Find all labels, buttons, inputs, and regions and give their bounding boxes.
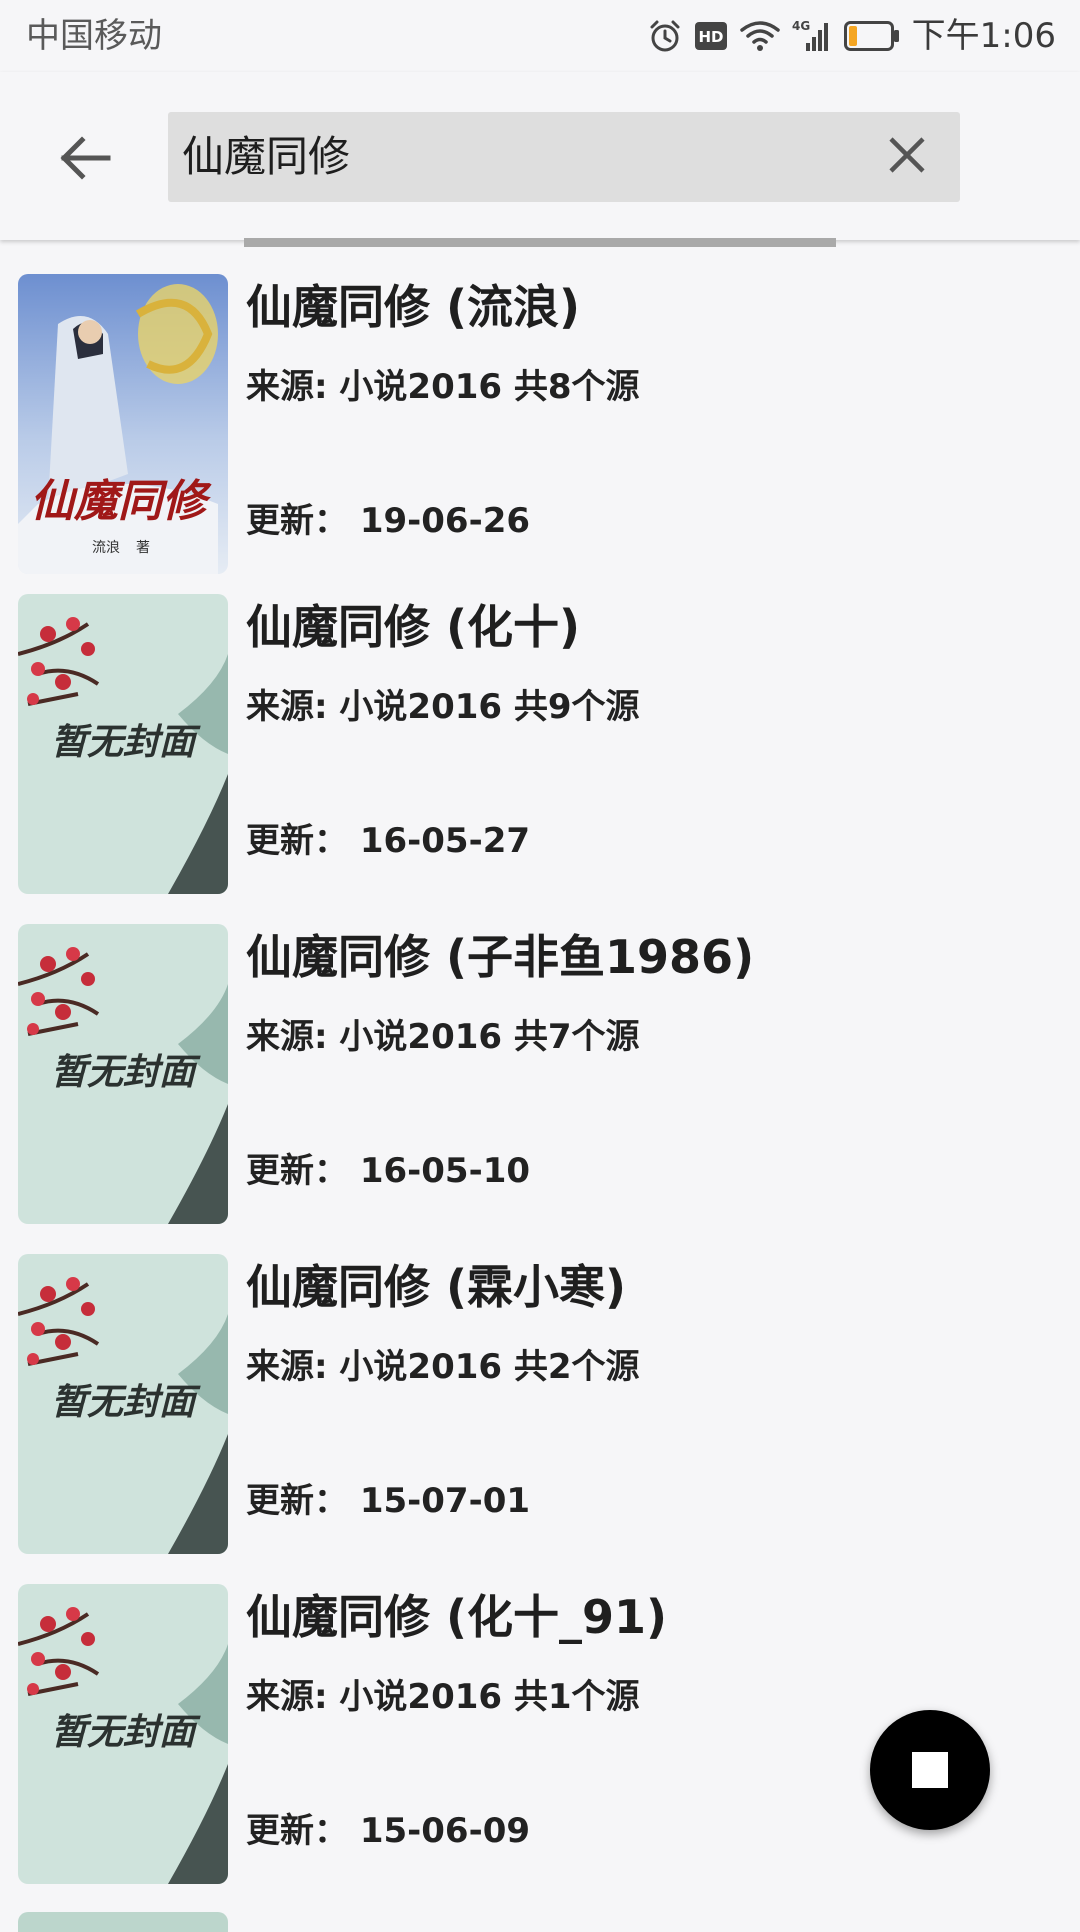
book-cover-placeholder: 暂无封面 xyxy=(18,594,228,894)
book-source: 来源: 小说2016 共9个源 xyxy=(246,687,640,727)
book-update-date: 更新： 15-06-09 xyxy=(246,1811,531,1851)
book-title: 仙魔同修 (流浪) xyxy=(246,280,581,334)
cover-title-art: 仙魔同修 xyxy=(30,476,212,527)
battery-icon xyxy=(843,21,900,51)
search-box xyxy=(168,112,960,202)
book-cover-placeholder: 暂无封面 xyxy=(18,1254,228,1554)
book-list-item[interactable]: 暂无封面 仙魔同修 (化十) 来源: 小说2016 共9个源 更新： 16-05… xyxy=(0,594,1080,924)
book-list-item[interactable]: 仙魔同修 流浪 著 仙魔同修 (流浪) 来源: 小说2016 共8个源 更新： … xyxy=(0,274,1080,604)
book-source: 来源: 小说2016 共8个源 xyxy=(246,367,640,407)
book-source: 来源: 小说2016 共7个源 xyxy=(246,1017,640,1057)
cover-author: 流浪 xyxy=(92,540,120,556)
close-icon xyxy=(887,135,927,179)
carrier-name: 中国移动 xyxy=(26,16,162,56)
book-title: 仙魔同修 (化十) xyxy=(246,600,581,654)
network-label: 4G xyxy=(792,19,810,33)
cover-author-suffix: 著 xyxy=(136,540,150,556)
no-cover-text: 暂无封面 xyxy=(51,1712,201,1753)
loading-progress-bar xyxy=(244,238,836,247)
hd-label: HD xyxy=(698,28,723,46)
book-title: 仙魔同修 (化十_91) xyxy=(246,1590,668,1644)
search-input[interactable] xyxy=(182,112,862,202)
book-cover-placeholder: 暂无封面 xyxy=(18,1584,228,1884)
no-cover-text: 暂无封面 xyxy=(51,1382,201,1423)
book-title: 仙魔同修 (霖小寒) xyxy=(246,1260,627,1314)
no-cover-text: 暂无封面 xyxy=(51,1052,201,1093)
alarm-icon xyxy=(648,19,682,53)
clear-search-button[interactable] xyxy=(872,122,942,192)
book-update-date: 更新： 16-05-27 xyxy=(246,821,531,861)
status-bar: 中国移动 HD 4G 下午1:06 xyxy=(0,0,1080,72)
book-source: 来源: 小说2016 共1个源 xyxy=(246,1677,640,1717)
4g-signal-icon: 4G xyxy=(792,19,832,53)
book-cover-partial xyxy=(18,1912,228,1932)
hd-icon: HD xyxy=(694,21,728,51)
book-title: 仙魔同修 (子非鱼1986) xyxy=(246,930,755,984)
no-cover-text: 暂无封面 xyxy=(51,722,201,763)
book-source: 来源: 小说2016 共2个源 xyxy=(246,1347,640,1387)
book-list-item[interactable]: 暂无封面 仙魔同修 (子非鱼1986) 来源: 小说2016 共7个源 更新： … xyxy=(0,924,1080,1254)
status-icons: HD 4G 下午1:06 xyxy=(648,12,1056,60)
search-header xyxy=(0,72,1080,240)
book-update-date: 更新： 19-06-26 xyxy=(246,501,531,541)
back-button[interactable] xyxy=(40,116,128,204)
book-update-date: 更新： 16-05-10 xyxy=(246,1151,531,1191)
book-cover: 仙魔同修 流浪 著 xyxy=(18,274,228,574)
book-list-item[interactable]: 暂无封面 仙魔同修 (霖小寒) 来源: 小说2016 共2个源 更新： 15-0… xyxy=(0,1254,1080,1584)
status-time: 下午1:06 xyxy=(911,16,1056,56)
book-cover-placeholder: 暂无封面 xyxy=(18,924,228,1224)
stop-icon xyxy=(912,1752,948,1788)
book-update-date: 更新： 15-07-01 xyxy=(246,1481,531,1521)
arrow-left-icon xyxy=(56,134,112,186)
wifi-icon xyxy=(739,20,780,52)
stop-search-button[interactable] xyxy=(870,1710,990,1830)
